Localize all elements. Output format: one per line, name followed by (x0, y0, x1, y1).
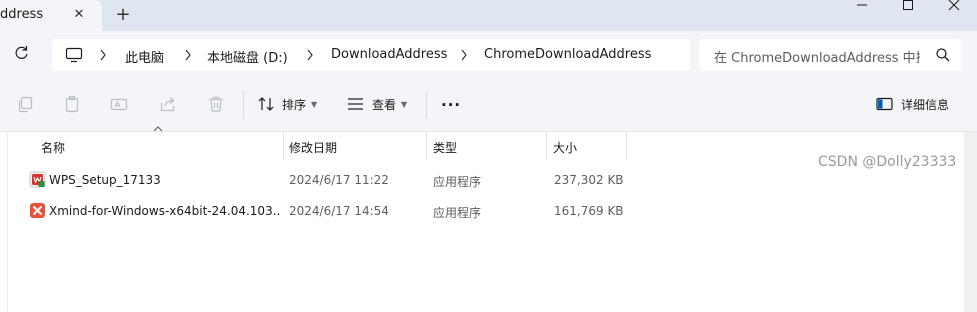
sort-button[interactable]: 排序 ▼ (258, 93, 317, 115)
search-box[interactable]: 在 ChromeDownloadAddress 中搜索 (699, 39, 961, 71)
search-icon[interactable] (935, 47, 951, 63)
address-bar[interactable]: 此电脑 本地磁盘 (D:) DownloadAddress ChromeDown… (52, 39, 690, 71)
column-divider[interactable] (626, 132, 627, 160)
column-divider[interactable] (283, 132, 284, 160)
maximize-button[interactable] (885, 0, 931, 12)
file-modified: 2024/6/17 14:54 (289, 204, 389, 218)
monitor-icon (65, 47, 83, 63)
window-close-button[interactable] (931, 0, 977, 12)
maximize-icon (903, 0, 913, 10)
chevron-right-icon[interactable] (305, 48, 315, 62)
tab-strip: ddress ✕ + (0, 0, 977, 31)
wps-installer-icon (29, 171, 46, 188)
watermark: CSDN @Dolly23333 (818, 154, 957, 170)
sort-ascending-icon (153, 126, 163, 132)
file-type: 应用程序 (433, 175, 482, 189)
toolbar-divider (243, 91, 244, 119)
toolbar-divider (426, 91, 427, 119)
column-divider[interactable] (426, 132, 427, 160)
file-name[interactable]: Xmind-for-Windows-x64bit-24.04.103... (49, 204, 281, 218)
sort-icon (258, 97, 274, 111)
close-icon (948, 0, 960, 11)
command-bar: 排序 ▼ 查看 ▼ ··· 详细信息 (0, 78, 977, 132)
column-header-name[interactable]: 名称 (41, 132, 65, 160)
details-pane-label: 详细信息 (901, 97, 950, 112)
refresh-button[interactable] (10, 41, 34, 65)
navigation-pane-edge (0, 132, 8, 312)
column-header-size[interactable]: 大小 (553, 132, 577, 160)
share-icon[interactable] (159, 95, 177, 113)
close-icon[interactable]: ✕ (70, 6, 88, 24)
file-row[interactable]: WPS_Setup_17133 2024/6/17 11:22 应用程序 237… (20, 167, 630, 193)
tab-title: ddress (0, 7, 44, 22)
column-divider[interactable] (546, 132, 547, 160)
plus-icon[interactable]: + (112, 4, 134, 26)
details-pane-icon (876, 97, 893, 111)
view-icon (348, 98, 363, 110)
copy-icon[interactable] (16, 95, 34, 113)
xmind-icon (30, 203, 45, 218)
rename-icon[interactable] (110, 95, 128, 113)
minimize-button[interactable] (839, 0, 885, 12)
navigation-bar: 此电脑 本地磁盘 (D:) DownloadAddress ChromeDown… (0, 31, 977, 78)
breadcrumb-this-pc[interactable]: 此电脑 (125, 47, 164, 66)
view-button[interactable]: 查看 ▼ (347, 93, 407, 115)
more-options-button[interactable]: ··· (441, 96, 461, 114)
file-size: 161,769 KB (554, 204, 624, 218)
vertical-scrollbar[interactable] (964, 132, 977, 312)
search-input[interactable]: 在 ChromeDownloadAddress 中搜索 (714, 47, 920, 66)
chevron-right-icon[interactable] (183, 48, 193, 62)
breadcrumb-local-disk[interactable]: 本地磁盘 (D:) (207, 47, 288, 66)
details-pane-button[interactable]: 详细信息 (876, 93, 949, 115)
sort-label: 排序 (282, 97, 307, 112)
chevron-down-icon: ▼ (401, 99, 408, 109)
file-size: 237,302 KB (554, 173, 624, 187)
paste-icon[interactable] (63, 95, 81, 113)
file-row[interactable]: Xmind-for-Windows-x64bit-24.04.103... 20… (20, 198, 630, 224)
chevron-down-icon: ▼ (311, 99, 318, 109)
delete-icon[interactable] (207, 95, 225, 113)
file-name[interactable]: WPS_Setup_17133 (49, 173, 279, 187)
view-label: 查看 (372, 97, 397, 112)
chevron-right-icon[interactable] (98, 48, 108, 62)
column-header-type[interactable]: 类型 (433, 132, 457, 160)
minimize-icon (857, 4, 867, 6)
breadcrumb-download-address[interactable]: DownloadAddress (331, 47, 447, 62)
file-modified: 2024/6/17 11:22 (289, 173, 389, 187)
file-type: 应用程序 (433, 206, 482, 220)
column-header-modified[interactable]: 修改日期 (289, 132, 337, 160)
refresh-icon (15, 46, 28, 59)
breadcrumb-chrome-download-address[interactable]: ChromeDownloadAddress (484, 47, 651, 62)
explorer-tab[interactable]: ddress ✕ (0, 0, 102, 31)
chevron-right-icon[interactable] (459, 48, 469, 62)
